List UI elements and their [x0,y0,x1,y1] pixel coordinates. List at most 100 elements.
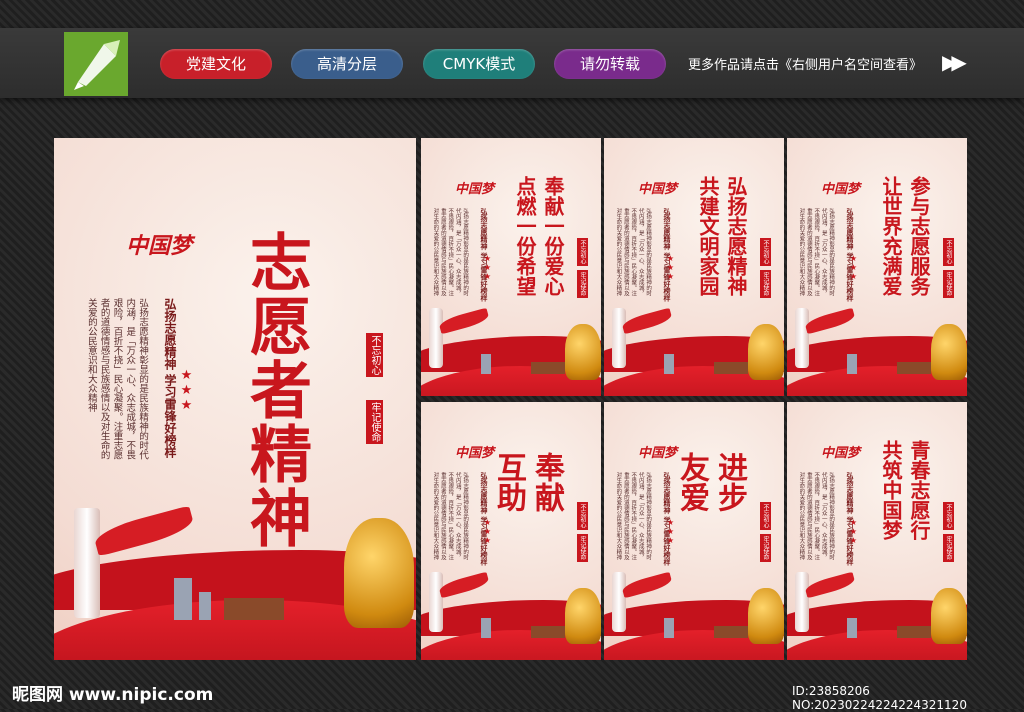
city-building [847,354,857,374]
small-poster: 中国梦 弘扬志愿精神 学习雷锋好榜样 弘扬志愿精神彰显的是民族精神的时代内涵，是… [421,138,601,396]
image-id: ID:23858206 NO:20230224224224321120 [792,684,967,712]
poster-title-line: 青春志愿行 [907,440,931,540]
red-ribbon [804,571,856,599]
poster-title-line: 奉献一份爱心 [541,176,565,296]
poster-title-line: 共建文明家园 [696,176,720,296]
small-poster: 中国梦 弘扬志愿精神 学习雷锋好榜样 弘扬志愿精神彰显的是民族精神的时代内涵，是… [604,138,784,396]
huabiao-pillar [795,308,809,368]
seal-left: 不忘初心 [943,502,954,530]
golden-lion [344,518,414,628]
golden-lion [748,324,784,380]
huabiao-pillar [429,572,443,632]
golden-lion [565,588,601,644]
seal-right: 牢记使命 [943,534,954,562]
golden-lion [748,588,784,644]
small-poster: 中国梦 弘扬志愿精神 学习雷锋好榜样 弘扬志愿精神彰显的是民族精神的时代内涵，是… [604,402,784,660]
body-text: 弘扬志愿精神彰显的是民族精神的时代内涵，是「万众一心、众志成城，不畏艰险，百折不… [798,472,835,560]
golden-lion [931,588,967,644]
poster-title-line: 共筑中国梦 [879,440,903,540]
city-building [174,578,192,620]
seal-left: 不忘初心 [577,238,588,266]
china-dream-logo: 中国梦 [455,446,495,461]
city-building [481,354,491,374]
china-dream-logo: 中国梦 [821,182,861,197]
red-ribbon [621,571,673,599]
pill-party-culture[interactable]: 党建文化 [160,49,272,79]
pavilion [531,362,565,374]
city-building [847,618,857,638]
poster-title-line: 友爱 [674,452,709,512]
red-ribbon [438,571,490,599]
red-ribbon [438,307,490,335]
seal-right: 牢记使命 [366,400,383,444]
subtitle: 弘扬志愿精神 学习雷锋好榜样 [163,298,177,459]
city-building [664,354,674,374]
stars: ★★★ [849,518,858,545]
seal-left: 不忘初心 [366,333,383,377]
main-poster: 中国梦 志愿者精神 弘扬志愿精神 学习雷锋好榜样 弘扬志愿精神彰显的是民族精神的… [54,138,416,660]
body-text: 弘扬志愿精神彰显的是民族精神的时代内涵，是「万众一心、众志成城，不畏艰险，百折不… [432,472,469,560]
body-text: 弘扬志愿精神彰显的是民族精神的时代内涵，是「万众一心、众志成城，不畏艰险，百折不… [85,298,149,460]
huabiao-pillar [74,508,100,618]
pavilion [897,626,931,638]
seal-left: 不忘初心 [577,502,588,530]
china-dream-logo: 中国梦 [126,233,193,259]
stars: ★★★ [666,518,675,545]
china-dream-logo: 中国梦 [638,182,678,197]
small-poster: 中国梦 弘扬志愿精神 学习雷锋好榜样 弘扬志愿精神彰显的是民族精神的时代内涵，是… [787,138,967,396]
body-text: 弘扬志愿精神彰显的是民族精神的时代内涵，是「万众一心、众志成城，不畏艰险，百折不… [615,208,652,296]
red-ribbon [621,307,673,335]
more-works-note[interactable]: 更多作品请点击《右侧用户名空间查看》 [688,54,922,73]
body-text: 弘扬志愿精神彰显的是民族精神的时代内涵，是「万众一心、众志成城，不畏艰险，百折不… [432,208,469,296]
golden-lion [931,324,967,380]
stars: ★★★ [666,254,675,281]
seal-left: 不忘初心 [943,238,954,266]
body-text: 弘扬志愿精神彰显的是民族精神的时代内涵，是「万众一心、众志成城，不畏艰险，百折不… [615,472,652,560]
feather-pen-icon [74,40,120,90]
seal-right: 牢记使命 [943,270,954,298]
seal-right: 牢记使命 [577,534,588,562]
poster-title-line: 弘扬志愿精神 [724,176,748,296]
poster-title-line: 进步 [712,452,747,512]
small-poster: 中国梦 弘扬志愿精神 学习雷锋好榜样 弘扬志愿精神彰显的是民族精神的时代内涵，是… [787,402,967,660]
poster-title-line: 点燃一份希望 [513,176,537,296]
huabiao-pillar [795,572,809,632]
stars: ★★★ [849,254,858,281]
poster-title-line: 互助 [491,452,526,512]
golden-lion [565,324,601,380]
china-dream-logo: 中国梦 [638,446,678,461]
double-arrow-icon[interactable]: ▶▶ [942,50,967,74]
poster-title-line: 让世界充满爱 [879,176,903,296]
red-ribbon [804,307,856,335]
pavilion [897,362,931,374]
china-dream-logo: 中国梦 [455,182,495,197]
city-building [481,618,491,638]
pavilion [224,598,284,620]
brand-logo [64,32,128,96]
body-text: 弘扬志愿精神彰显的是民族精神的时代内涵，是「万众一心、众志成城，不畏艰险，百折不… [798,208,835,296]
city-building [199,592,211,620]
china-dream-logo: 中国梦 [821,446,861,461]
pill-no-repost[interactable]: 请勿转载 [554,49,666,79]
huabiao-pillar [612,572,626,632]
stars: ★★★ [179,368,194,413]
pavilion [714,626,748,638]
pavilion [714,362,748,374]
seal-right: 牢记使命 [760,270,771,298]
small-poster: 中国梦 弘扬志愿精神 学习雷锋好榜样 弘扬志愿精神彰显的是民族精神的时代内涵，是… [421,402,601,660]
red-ribbon [92,505,196,557]
huabiao-pillar [429,308,443,368]
huabiao-pillar [612,308,626,368]
seal-left: 不忘初心 [760,238,771,266]
city-building [664,618,674,638]
poster-title-line: 参与志愿服务 [907,176,931,296]
poster-title-line: 奉献 [529,452,564,512]
pill-hd-layers[interactable]: 高清分层 [291,49,403,79]
seal-right: 牢记使命 [760,534,771,562]
seal-left: 不忘初心 [760,502,771,530]
seal-right: 牢记使命 [577,270,588,298]
site-watermark: 昵图网 www.nipic.com [12,685,214,705]
pavilion [531,626,565,638]
pill-cmyk[interactable]: CMYK模式 [423,49,535,79]
page-title: 志愿者精神 [239,230,312,550]
